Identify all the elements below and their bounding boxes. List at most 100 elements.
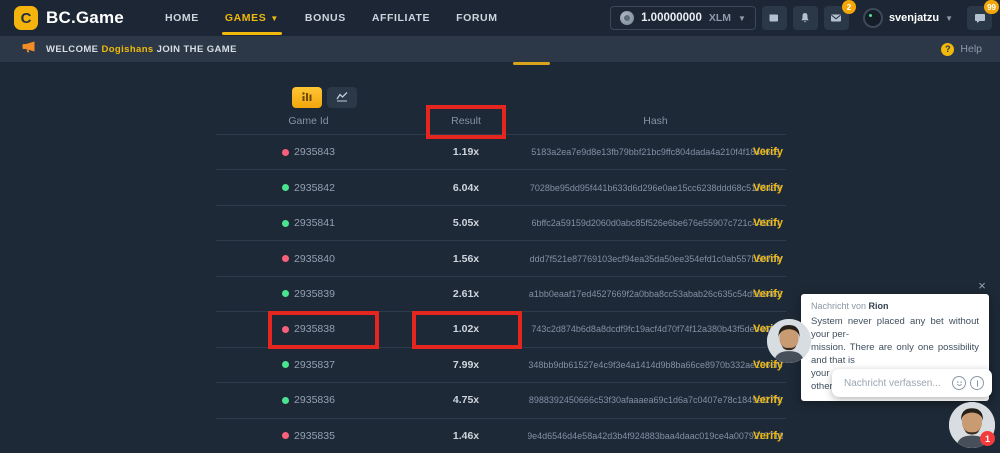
chat-input-box xyxy=(832,369,992,397)
mail-badge: 2 xyxy=(842,0,856,14)
balance-amount: 1.00000000 xyxy=(641,12,702,24)
game-id-value: 2935837 xyxy=(294,359,335,371)
brand-logo[interactable]: C BC.Game xyxy=(0,6,124,30)
game-id-cell: 2935842 xyxy=(216,170,401,204)
verify-cell: Verify xyxy=(738,383,798,417)
info-icon[interactable] xyxy=(970,376,984,390)
verify-cell: Verify xyxy=(738,277,798,311)
table-row: 2935841 5.05x 6bffc2a59159d2060d0abc85f5… xyxy=(216,205,786,240)
table-row: 2935843 1.19x 5183a2ea7e9d8e13fb79bbf21b… xyxy=(216,134,786,169)
chevron-down-icon: ▼ xyxy=(270,14,279,23)
result-value: 5.05x xyxy=(453,217,479,229)
bar-chart-icon xyxy=(301,89,313,107)
chat-message-line: System never placed any bet without your… xyxy=(811,315,979,341)
mail-icon xyxy=(830,12,842,24)
status-dot xyxy=(282,432,289,439)
notifications-button[interactable] xyxy=(793,6,818,30)
result-value: 1.19x xyxy=(453,146,479,158)
annotation-box-result-header xyxy=(426,105,506,139)
game-history-table: Game Id Result Hash 2935843 1.19x 5183a2… xyxy=(216,108,786,453)
megaphone-icon xyxy=(22,40,36,58)
top-nav: C BC.Game HOMEGAMES▼BONUSAFFILIATEFORUM … xyxy=(0,0,1000,36)
verify-link[interactable]: Verify xyxy=(753,253,783,265)
game-id-cell: 2935843 xyxy=(216,135,401,169)
result-value: 1.56x xyxy=(453,253,479,265)
table-body: 2935843 1.19x 5183a2ea7e9d8e13fb79bbf21b… xyxy=(216,134,786,453)
balance-dropdown[interactable]: 1.00000000 XLM ▼ xyxy=(610,6,756,30)
announcement-username: Dogishans xyxy=(101,44,153,55)
status-dot xyxy=(282,220,289,227)
game-id-cell: 2935836 xyxy=(216,383,401,417)
announcement-bar: WELCOME Dogishans JOIN THE GAME ? Help xyxy=(0,36,1000,62)
nav-right: 1.00000000 XLM ▼ 2 svenjatzu ▼ xyxy=(610,6,1000,30)
nav-item-forum[interactable]: FORUM xyxy=(443,0,511,36)
verify-link[interactable]: Verify xyxy=(753,217,783,229)
messages-button[interactable]: 2 xyxy=(824,6,849,30)
chat-sender: Rion xyxy=(869,301,889,311)
header-game-id: Game Id xyxy=(216,108,401,134)
verify-link[interactable]: Verify xyxy=(753,146,783,158)
user-avatar xyxy=(863,8,883,28)
status-dot xyxy=(282,184,289,191)
nav-item-games[interactable]: GAMES▼ xyxy=(212,0,292,36)
game-id-value: 2935842 xyxy=(294,182,335,194)
verify-link[interactable]: Verify xyxy=(753,288,783,300)
table-row: 2935840 1.56x ddd7f521e87769103ecf94ea35… xyxy=(216,240,786,275)
game-id-value: 2935840 xyxy=(294,253,335,265)
tab-bar-chart[interactable] xyxy=(292,87,322,108)
help-label: Help xyxy=(960,43,982,55)
help-button[interactable]: ? Help xyxy=(941,43,1000,56)
help-icon: ? xyxy=(941,43,954,56)
nav-item-label: HOME xyxy=(165,12,199,24)
emoji-icon[interactable] xyxy=(952,376,966,390)
chat-message-input[interactable] xyxy=(844,378,948,389)
chat-close-icon[interactable]: × xyxy=(975,279,989,293)
result-cell: 1.56x xyxy=(401,241,531,275)
status-dot xyxy=(282,255,289,262)
brand-name: BC.Game xyxy=(46,8,124,28)
nav-item-label: FORUM xyxy=(456,12,498,24)
verify-link[interactable]: Verify xyxy=(753,182,783,194)
game-id-value: 2935839 xyxy=(294,288,335,300)
site-chat-button[interactable]: 99 xyxy=(967,6,992,30)
result-cell: 2.61x xyxy=(401,277,531,311)
annotation-box-game-id xyxy=(268,311,379,349)
brand-logo-icon: C xyxy=(14,6,38,30)
nav-item-home[interactable]: HOME xyxy=(152,0,212,36)
game-id-value: 2935835 xyxy=(294,430,335,442)
game-id-cell: 2935839 xyxy=(216,277,401,311)
verify-cell: Verify xyxy=(738,135,798,169)
game-id-cell: 2935840 xyxy=(216,241,401,275)
main-menu: HOME GAMES▼BONUS AFFILIATE FORUM xyxy=(152,0,511,36)
user-menu[interactable]: svenjatzu ▼ xyxy=(863,8,953,28)
line-chart-icon xyxy=(336,89,348,107)
verify-link[interactable]: Verify xyxy=(753,430,783,442)
nav-item-label: AFFILIATE xyxy=(372,12,430,24)
result-value: 2.61x xyxy=(453,288,479,300)
result-cell: 7.99x xyxy=(401,348,531,382)
result-value: 4.75x xyxy=(453,394,479,406)
nav-item-affiliate[interactable]: AFFILIATE xyxy=(359,0,443,36)
chevron-down-icon: ▼ xyxy=(945,14,953,23)
table-row: 2935837 7.99x 348bb9db61527e4c9f3e4a1414… xyxy=(216,347,786,382)
status-dot xyxy=(282,361,289,368)
wallet-button[interactable] xyxy=(762,6,787,30)
history-view-tabs xyxy=(292,87,357,108)
status-dot xyxy=(282,397,289,404)
page-tab-indicator xyxy=(513,62,550,65)
result-cell: 5.05x xyxy=(401,206,531,240)
game-id-cell: 2935837 xyxy=(216,348,401,382)
result-cell: 6.04x xyxy=(401,170,531,204)
table-row: 2935839 2.61x a1bb0eaaf17ed4527669f2a0bb… xyxy=(216,276,786,311)
username: svenjatzu xyxy=(889,12,939,24)
tab-trend-chart[interactable] xyxy=(327,87,357,108)
verify-link[interactable]: Verify xyxy=(753,394,783,406)
nav-item-bonus[interactable]: BONUS xyxy=(292,0,359,36)
game-id-cell: 2935835 xyxy=(216,419,401,453)
chat-sender-avatar xyxy=(767,319,811,363)
status-dot xyxy=(282,290,289,297)
table-row: 2935835 1.46x 9e4d6546d4e58a42d3b4f92488… xyxy=(216,418,786,453)
wallet-icon xyxy=(768,12,780,24)
bell-icon xyxy=(799,12,811,24)
result-cell: 4.75x xyxy=(401,383,531,417)
